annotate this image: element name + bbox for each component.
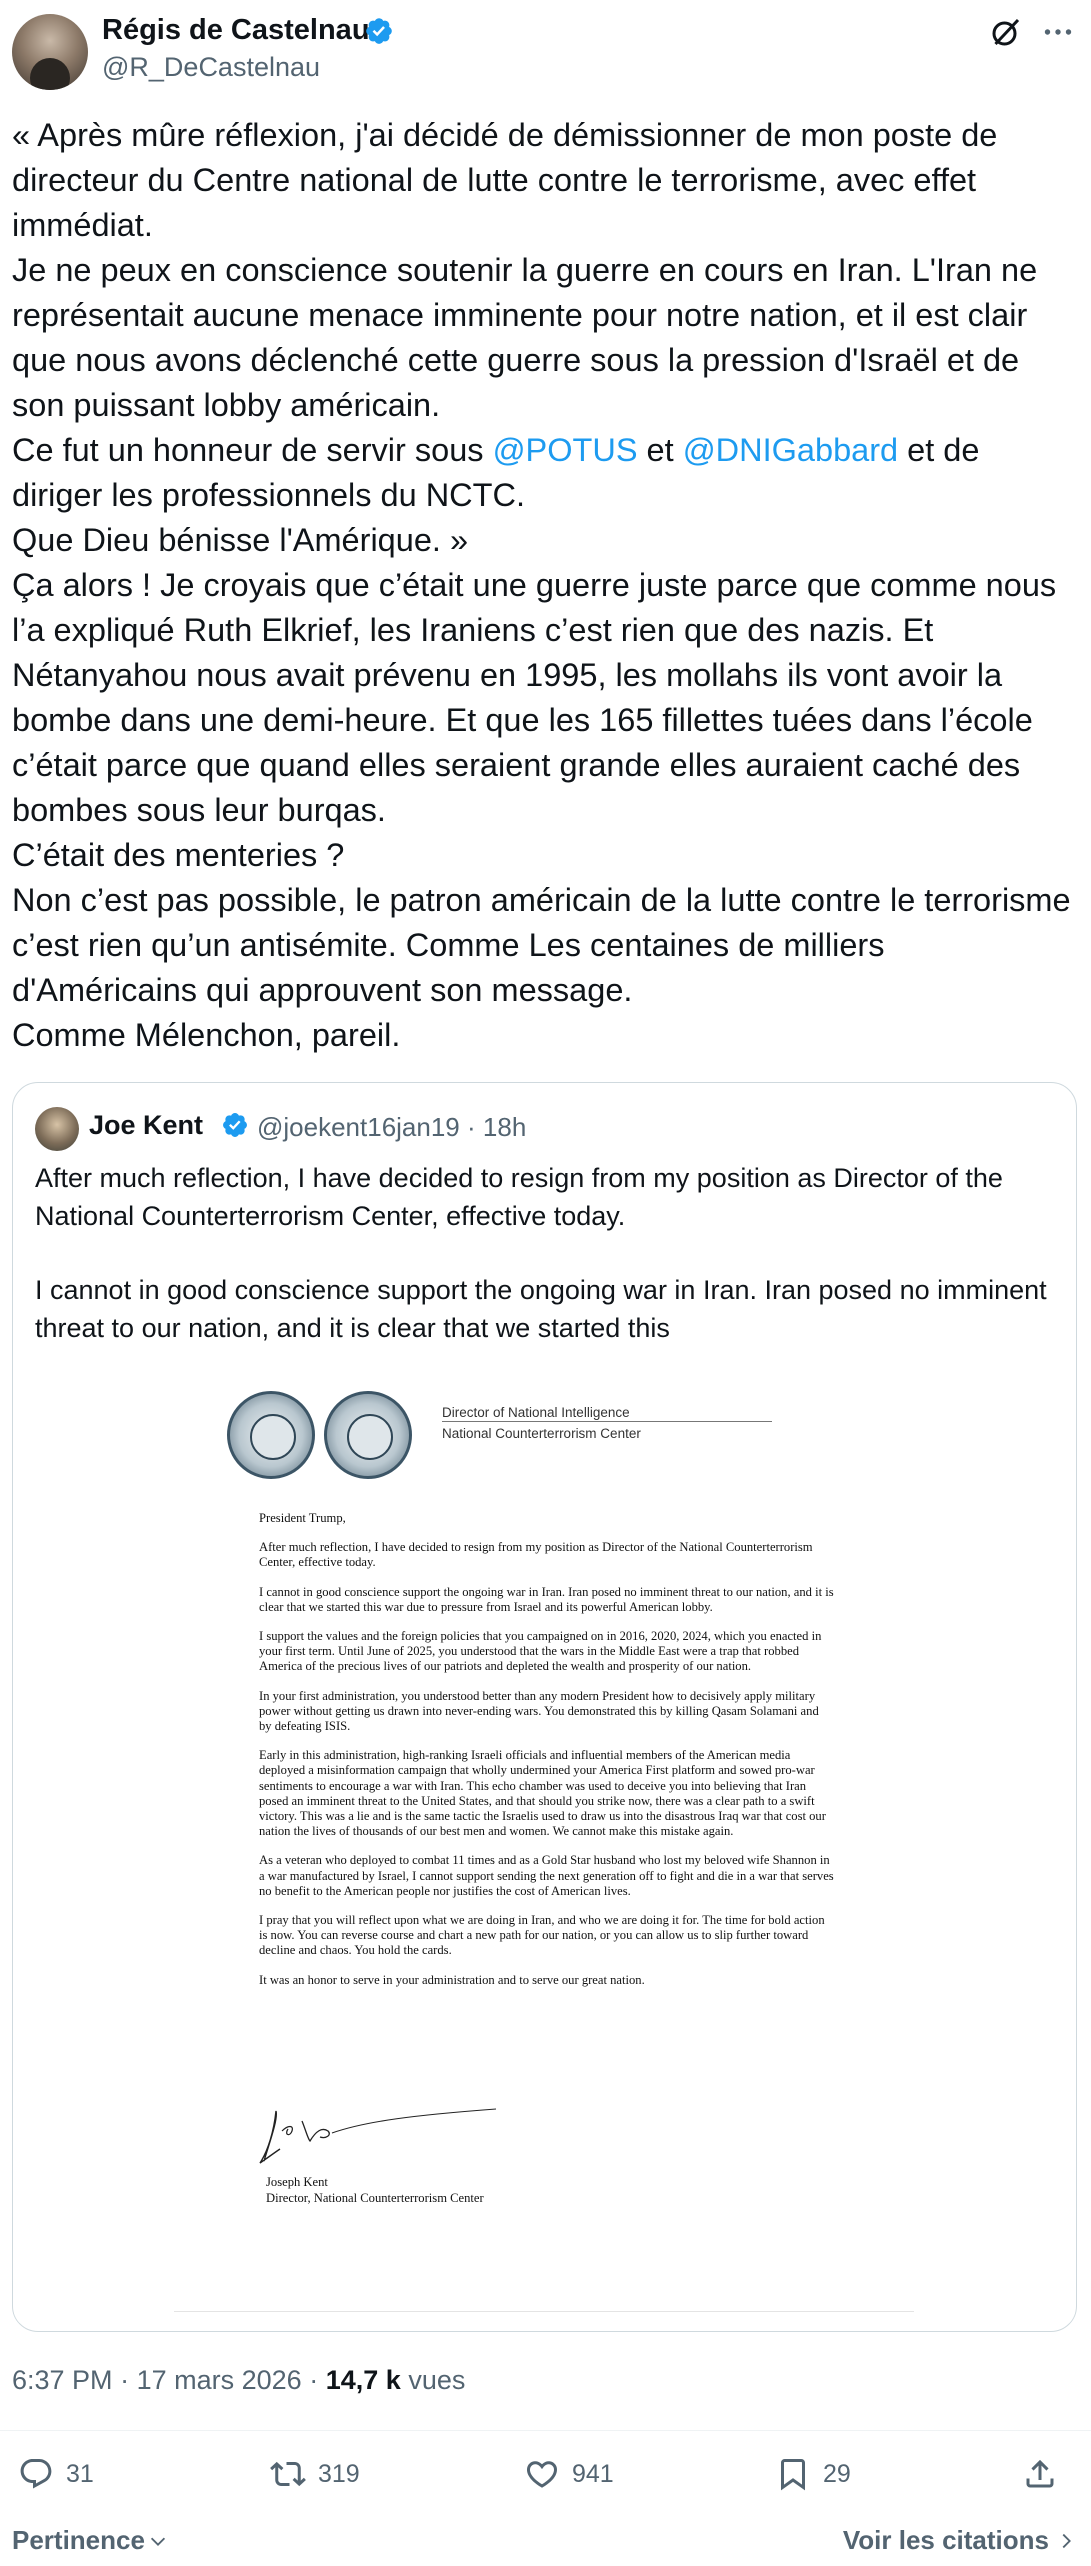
- bookmark-count: 29: [823, 2459, 851, 2488]
- quote-author-handle: @joekent16jan19: [257, 1112, 460, 1142]
- like-count: 941: [572, 2459, 614, 2488]
- quote-author-avatar: [35, 1107, 79, 1151]
- views-count: 14,7 k: [325, 2365, 401, 2395]
- grok-icon[interactable]: [988, 14, 1024, 50]
- tweet-time[interactable]: 6:37 PM: [12, 2365, 113, 2395]
- share-icon: [1026, 2459, 1054, 2488]
- bookmark-button[interactable]: 29: [775, 2454, 851, 2494]
- author-handle[interactable]: @R_DeCastelnau: [102, 52, 320, 83]
- quoted-tweet-card[interactable]: Joe Kent @joekent16jan19 · 18h After muc…: [12, 1082, 1077, 2332]
- reply-count: 31: [66, 2459, 94, 2488]
- tweet-date[interactable]: 17 mars 2026: [137, 2365, 302, 2395]
- tweet-text: « Après mûre réflexion, j'ai décidé de d…: [12, 113, 1077, 1058]
- verified-badge-icon: [223, 1113, 247, 1137]
- verified-badge-icon: [366, 18, 392, 44]
- letter-paragraph: I pray that you will reflect upon what w…: [259, 1913, 825, 1958]
- tweet-line: « Après mûre réflexion, j'ai décidé de d…: [12, 117, 998, 243]
- replies-footer: Pertinence Voir les citations: [0, 2515, 1091, 2565]
- signer-title: Director, National Counterterrorism Cent…: [266, 2191, 484, 2205]
- letter-paragraph: I cannot in good conscience support the …: [259, 1584, 834, 1614]
- tweet-line: C’était des menteries ?: [12, 837, 345, 873]
- more-options-icon[interactable]: [1040, 14, 1076, 50]
- letter-paragraph: I support the values and the foreign pol…: [259, 1629, 822, 1674]
- mention-potus-link[interactable]: @POTUS: [493, 432, 638, 468]
- chevron-right-icon: [1062, 2533, 1071, 2548]
- tweet-line: Ça alors ! Je croyais que c’était une gu…: [12, 567, 1057, 828]
- quote-paragraph: After much reflection, I have decided to…: [35, 1163, 1003, 1231]
- divider: [0, 2430, 1091, 2431]
- letterhead: Director of National Intelligence Nation…: [14, 1363, 1075, 1513]
- letterhead-line: National Counterterrorism Center: [442, 1426, 641, 1441]
- meta-separator: ·: [309, 2365, 319, 2395]
- letter-body: President Trump, After much reflection, …: [259, 1511, 834, 2002]
- tweet-line: Non c’est pas possible, le patron améric…: [12, 882, 1071, 1008]
- sort-dropdown[interactable]: Pertinence: [12, 2525, 169, 2556]
- like-button[interactable]: 941: [524, 2454, 614, 2494]
- view-quotes-link[interactable]: Voir les citations: [843, 2525, 1077, 2556]
- meta-separator: ·: [120, 2365, 130, 2395]
- views-label: vues: [408, 2365, 466, 2395]
- action-bar: 31 319 941 29: [0, 2440, 1091, 2510]
- reply-icon: [20, 2459, 52, 2489]
- tweet-line: Je ne peux en conscience soutenir la gue…: [12, 252, 1038, 423]
- repost-count: 319: [318, 2459, 360, 2488]
- author-avatar[interactable]: [12, 14, 88, 90]
- tweet-line-mentions: Ce fut un honneur de servir sous @POTUS …: [12, 428, 1077, 518]
- letter-paragraph: In your first administration, you unders…: [259, 1688, 819, 1734]
- chevron-down-icon: [150, 2537, 166, 2546]
- reply-button[interactable]: 31: [18, 2454, 94, 2494]
- resignation-letter-image[interactable]: Director of National Intelligence Nation…: [14, 1363, 1075, 2323]
- bookmark-icon: [781, 2459, 805, 2491]
- letter-paragraph: Early in this administration, high-ranki…: [259, 1748, 826, 1839]
- letterhead-line: Director of National Intelligence: [442, 1405, 630, 1420]
- repost-icon: [270, 2461, 306, 2487]
- repost-button[interactable]: 319: [270, 2454, 360, 2494]
- letterhead-rule: [442, 1421, 772, 1422]
- letter-paragraph: President Trump,: [259, 1511, 346, 1525]
- tweet-line: Comme Mélenchon, pareil.: [12, 1017, 401, 1053]
- letter-paragraph: It was an honor to serve in your adminis…: [259, 1972, 645, 1987]
- tweet-timestamp: 6:37 PM · 17 mars 2026 · 14,7 k vues: [12, 2365, 465, 2396]
- meta-separator: ·: [467, 1112, 476, 1142]
- quote-age: 18h: [482, 1112, 527, 1142]
- tweet-text-fragment: Ce fut un honneur de servir sous: [12, 432, 493, 468]
- handwritten-signature: [259, 2108, 497, 2164]
- quote-text: After much reflection, I have decided to…: [35, 1159, 1055, 1347]
- tweet-line: Que Dieu bénisse l'Amérique. »: [12, 522, 469, 558]
- tweet-text-fragment: et: [637, 432, 683, 468]
- author-name[interactable]: Régis de Castelnau: [102, 14, 370, 47]
- sort-label: Pertinence: [12, 2525, 145, 2555]
- letter-paragraph: After much reflection, I have decided to…: [259, 1540, 813, 1570]
- dni-seal-icon: [324, 1391, 412, 1479]
- share-button[interactable]: [1022, 2454, 1058, 2494]
- quotes-label: Voir les citations: [842, 2525, 1049, 2555]
- quote-paragraph: I cannot in good conscience support the …: [35, 1275, 1047, 1343]
- heart-icon: [526, 2461, 558, 2488]
- signer-name: Joseph Kent: [266, 2175, 328, 2189]
- mention-dnigabbard-link[interactable]: @DNIGabbard: [683, 432, 898, 468]
- letter-bottom-rule: [174, 2311, 914, 2312]
- quote-meta: @joekent16jan19 · 18h: [257, 1112, 526, 1143]
- letter-paragraph: As a veteran who deployed to combat 11 t…: [259, 1853, 834, 1898]
- tweet-header: Régis de Castelnau @R_DeCastelnau: [0, 0, 1091, 90]
- nctc-seal-icon: [227, 1391, 315, 1479]
- quote-author-name: Joe Kent: [89, 1110, 204, 1140]
